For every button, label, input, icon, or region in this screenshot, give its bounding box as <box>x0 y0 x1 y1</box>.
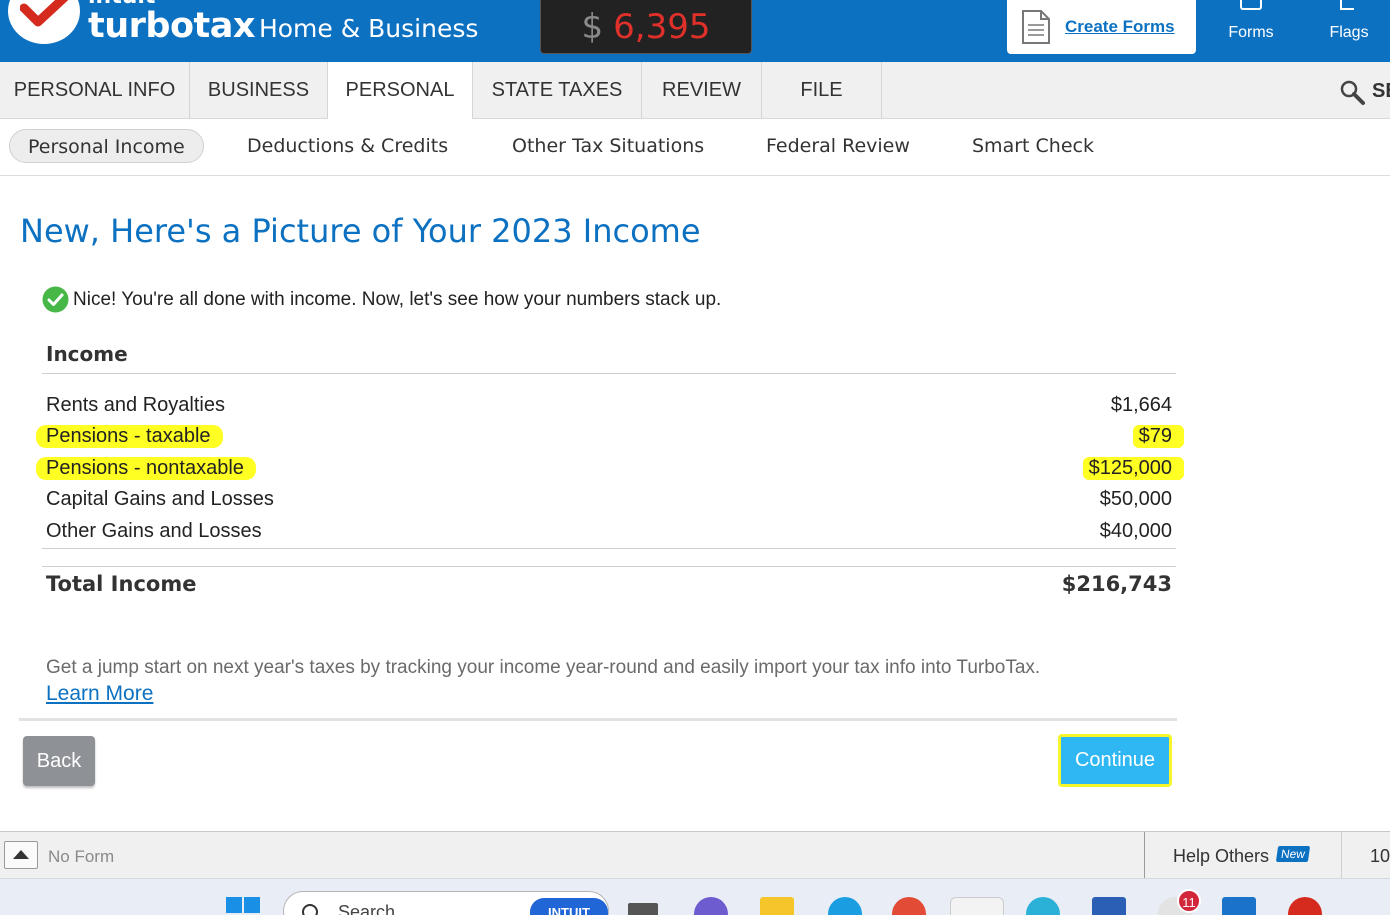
income-row-label: Pensions - nontaxable <box>36 457 256 480</box>
tab-review[interactable]: REVIEW <box>642 62 762 118</box>
back-button[interactable]: Back <box>23 736 95 786</box>
learn-more-link[interactable]: Learn More <box>46 682 153 706</box>
app-header: intuit turbotaxHome & Business $ 6,395 C… <box>0 0 1390 62</box>
forms-button[interactable]: Forms <box>1206 0 1296 62</box>
total-divider-top <box>42 548 1176 549</box>
help-others-button[interactable]: Help Others New <box>1144 832 1342 878</box>
create-forms-label: Create Forms <box>1065 17 1175 36</box>
income-row-label: Capital Gains and Losses <box>46 488 274 510</box>
total-divider-bottom <box>42 566 1176 567</box>
total-income-value: $216,743 <box>1061 572 1172 596</box>
income-row-value: $40,000 <box>1099 520 1172 542</box>
subtab-federal-review[interactable]: Federal Review <box>766 129 910 163</box>
total-income-label: Total Income <box>46 572 197 596</box>
forms-label: Forms <box>1228 24 1274 41</box>
income-heading: Income <box>46 342 128 366</box>
refund-currency: $ <box>581 6 604 47</box>
create-forms-button[interactable]: Create Forms <box>1007 0 1196 54</box>
notification-badge: 11 <box>1177 889 1201 913</box>
promo-text: Get a jump start on next year's taxes by… <box>46 657 1041 678</box>
taskbar-search-box[interactable]: Search INTUIT <box>283 891 609 915</box>
income-row-value: $1,664 <box>1110 394 1172 416</box>
income-row-value: $79 <box>1132 425 1184 448</box>
footer-divider <box>19 718 1177 721</box>
expand-up-icon[interactable] <box>4 841 38 869</box>
income-row-label: Other Gains and Losses <box>46 520 262 542</box>
teams-icon[interactable] <box>694 897 728 915</box>
chrome-icon[interactable] <box>892 897 926 915</box>
total-income-row: Total Income $216,743 <box>46 572 1172 596</box>
flags-label: Flags <box>1329 24 1369 41</box>
edge-icon[interactable] <box>828 897 862 915</box>
flag-icon <box>1340 0 1354 10</box>
checkmark-circle-icon <box>42 286 69 313</box>
windows-taskbar: Search INTUIT 11 <box>0 878 1390 915</box>
federal-refund-meter[interactable]: $ 6,395 <box>540 0 752 54</box>
tab-personal-info[interactable]: PERSONAL INFO <box>0 62 190 118</box>
done-message-row: Nice! You're all done with income. Now, … <box>42 286 721 313</box>
taskbar-search-icon <box>302 904 318 915</box>
forms-icon <box>1240 0 1262 10</box>
income-row-pensions-nontaxable: Pensions - nontaxable $125,000 <box>36 455 1184 483</box>
main-navigation: PERSONAL INFO BUSINESS PERSONAL STATE TA… <box>0 62 1390 119</box>
tab-state-taxes[interactable]: STATE TAXES <box>473 62 642 118</box>
income-row-value: $50,000 <box>1099 488 1172 510</box>
tab-file[interactable]: FILE <box>762 62 882 118</box>
document-icon <box>1022 10 1050 44</box>
tab-personal[interactable]: PERSONAL <box>328 62 473 119</box>
turbotax-taskbar-icon[interactable] <box>1288 897 1322 915</box>
income-divider <box>42 373 1176 374</box>
brand-name: turbotax <box>88 6 255 46</box>
file-explorer-icon[interactable] <box>760 897 794 915</box>
continue-button[interactable]: Continue <box>1058 734 1172 787</box>
income-row-label: Pensions - taxable <box>36 425 223 448</box>
page-title: New, Here's a Picture of Your 2023 Incom… <box>20 212 701 250</box>
sub-navigation: Personal Income Deductions & Credits Oth… <box>0 119 1390 176</box>
income-row-label: Rents and Royalties <box>46 394 225 416</box>
new-badge: New <box>1275 846 1311 862</box>
subtab-personal-income[interactable]: Personal Income <box>9 129 204 163</box>
word-icon[interactable] <box>1092 897 1126 915</box>
tab-business[interactable]: BUSINESS <box>190 62 328 118</box>
taskbar-search-text: Search <box>338 902 396 915</box>
task-view-icon[interactable] <box>628 903 658 915</box>
refund-amount: 6,395 <box>613 6 711 47</box>
income-row-rents-royalties: Rents and Royalties $1,664 <box>46 392 1172 420</box>
income-row-value: $125,000 <box>1082 457 1184 480</box>
help-others-label: Help Others <box>1173 846 1270 866</box>
subtab-other-tax-situations[interactable]: Other Tax Situations <box>512 129 704 163</box>
product-name: turbotax Home & Business <box>88 6 478 46</box>
income-row-capital-gains: Capital Gains and Losses $50,000 <box>46 486 1172 514</box>
windows-start-icon[interactable] <box>226 897 262 915</box>
done-message: Nice! You're all done with income. Now, … <box>73 288 722 310</box>
income-row-other-gains: Other Gains and Losses $40,000 <box>46 518 1172 546</box>
snipping-tool-icon[interactable] <box>950 897 1004 915</box>
paint-icon[interactable] <box>1026 897 1060 915</box>
income-row-pensions-taxable: Pensions - taxable $79 <box>36 423 1184 451</box>
flags-button[interactable]: Flags <box>1304 0 1390 62</box>
status-bar: No Form Help Others New 10 <box>0 831 1390 878</box>
intuit-badge: INTUIT <box>530 898 608 915</box>
search-icon[interactable] <box>1338 78 1366 106</box>
no-form-label: No Form <box>48 847 115 866</box>
outlook-icon[interactable] <box>1222 897 1256 915</box>
subtab-smart-check[interactable]: Smart Check <box>972 129 1094 163</box>
brand-edition: Home & Business <box>258 14 479 43</box>
turbotax-logo-icon <box>8 0 80 44</box>
page-number: 10 <box>1370 846 1390 866</box>
search-label[interactable]: SEARCH <box>1372 80 1390 103</box>
subtab-deductions-credits[interactable]: Deductions & Credits <box>247 129 448 163</box>
